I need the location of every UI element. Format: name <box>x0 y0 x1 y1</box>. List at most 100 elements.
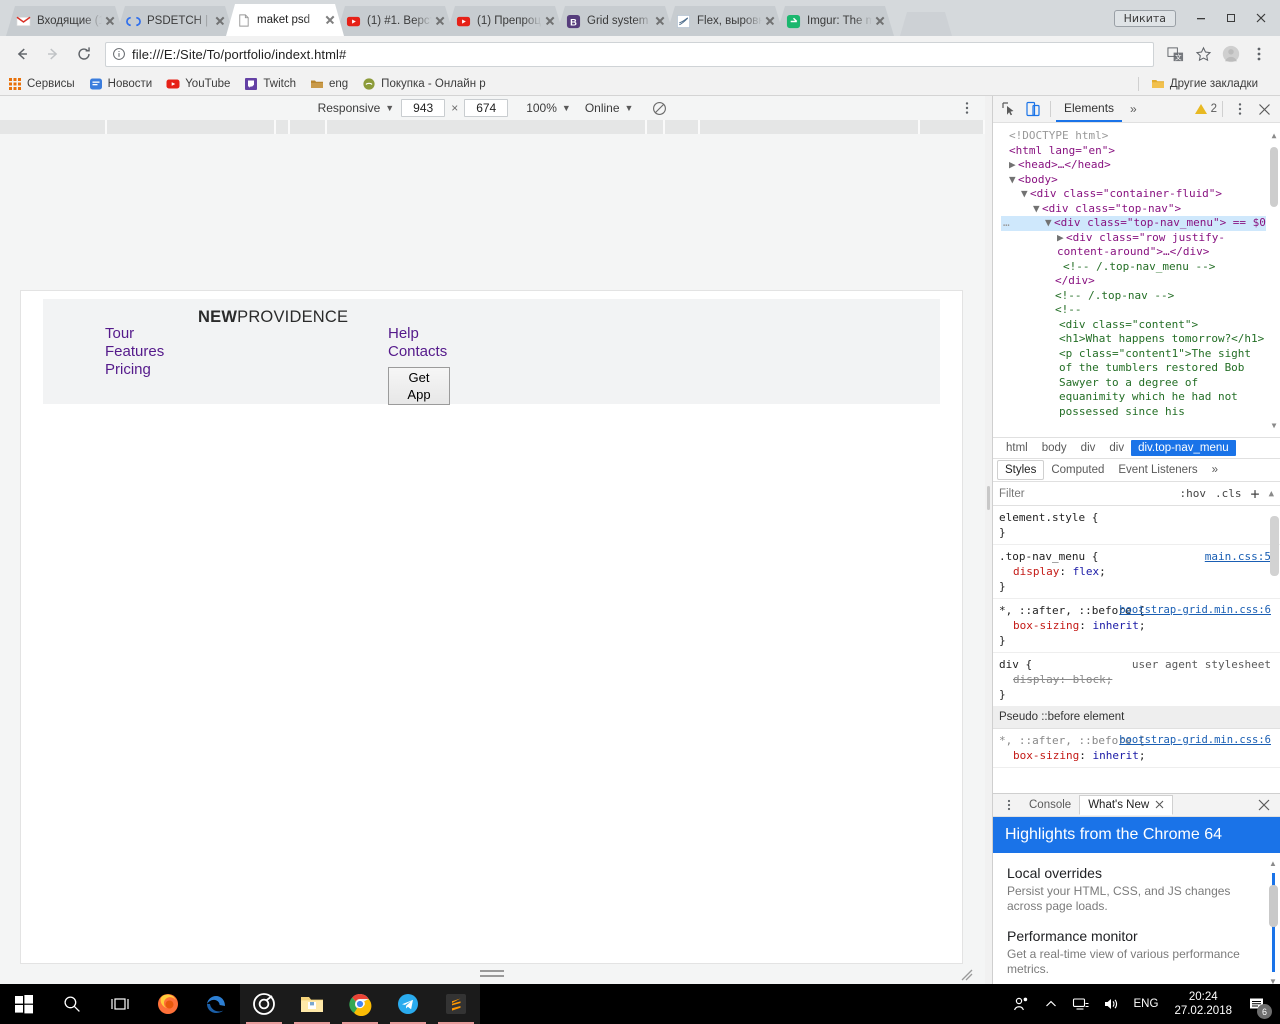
collapse-triangle-icon[interactable]: ▼ <box>1009 173 1018 188</box>
hov-toggle[interactable]: :hov <box>1180 487 1207 500</box>
device-preset-select[interactable]: Responsive ▼ <box>318 101 395 115</box>
profile-avatar[interactable] <box>1218 41 1244 67</box>
viewport-width-input[interactable]: 943 <box>401 99 445 117</box>
drawer-tab-whats-new[interactable]: What's New <box>1079 795 1173 815</box>
rule-source-link[interactable]: bootstrap-grid.min.css:6 <box>1119 603 1271 618</box>
cls-toggle[interactable]: .cls <box>1215 487 1242 500</box>
inspect-element-icon[interactable] <box>997 97 1021 121</box>
device-toolbar-icon[interactable] <box>1021 97 1045 121</box>
nav-link-tour[interactable]: Tour <box>105 325 164 343</box>
close-icon[interactable] <box>322 12 338 28</box>
volume-icon[interactable] <box>1096 984 1126 1024</box>
style-rule[interactable]: .top-nav_menu { main.css:5 display: flex… <box>993 545 1280 599</box>
minimize-button[interactable] <box>1186 5 1216 31</box>
rule-source-link[interactable]: main.css:5 <box>1205 549 1271 564</box>
warning-counter[interactable]: 2 <box>1195 103 1217 115</box>
whats-new-item[interactable]: Performance monitor Get a real-time view… <box>1007 928 1266 977</box>
dom-tree-scrollbar[interactable]: ▲ ▼ <box>1270 129 1278 433</box>
whats-new-scrollbar[interactable]: ▲ ▼ <box>1269 859 1278 986</box>
collapse-triangle-icon[interactable]: ▼ <box>1021 187 1030 202</box>
close-button[interactable] <box>1246 5 1276 31</box>
bookmark-other-folder[interactable]: Другие закладки <box>1138 77 1258 91</box>
whats-new-list[interactable]: Local overrides Persist your HTML, CSS, … <box>993 853 1280 988</box>
styles-rules-list[interactable]: element.style { } .top-nav_menu { main.c… <box>993 506 1280 793</box>
nav-link-pricing[interactable]: Pricing <box>105 361 164 379</box>
dom-line[interactable]: ▼<div class="top-nav"> <box>1001 202 1266 217</box>
nav-link-help[interactable]: Help <box>388 325 450 343</box>
browser-tab[interactable]: Imgur: The m <box>776 6 894 36</box>
three-dot-menu[interactable] <box>997 799 1021 811</box>
breadcrumb-item[interactable]: div <box>1102 440 1131 456</box>
scrollbar-thumb[interactable] <box>1270 147 1278 207</box>
browser-tab-active[interactable]: maket psd <box>226 4 344 36</box>
nav-link-features[interactable]: Features <box>105 343 164 361</box>
firefox-button[interactable] <box>144 984 192 1024</box>
address-bar[interactable]: file:///E:/Site/To/portfolio/indext.html… <box>105 42 1154 67</box>
new-tab-button[interactable] <box>900 12 952 36</box>
close-icon[interactable] <box>762 13 778 29</box>
opera-button[interactable] <box>240 984 288 1024</box>
search-button[interactable] <box>48 984 96 1024</box>
sublime-button[interactable] <box>432 984 480 1024</box>
bookmark-youtube[interactable]: YouTube <box>166 77 230 91</box>
rule-declaration[interactable]: display: flex; <box>999 564 1270 579</box>
bookmark-news[interactable]: Новости <box>89 77 153 91</box>
styles-scrollbar[interactable] <box>1270 506 1279 793</box>
filter-input[interactable]: Filter <box>999 488 1025 500</box>
chrome-button[interactable] <box>336 984 384 1024</box>
add-style-rule-button[interactable]: + <box>1251 485 1260 503</box>
maximize-button[interactable] <box>1216 5 1246 31</box>
task-view-button[interactable] <box>96 984 144 1024</box>
device-ruler[interactable] <box>0 120 985 134</box>
edge-button[interactable] <box>192 984 240 1024</box>
bookmark-shop[interactable]: Покупка - Онлайн р <box>362 77 485 91</box>
collapse-triangle-icon[interactable]: ▼ <box>1033 202 1042 217</box>
browser-tab[interactable]: Flex, выровн <box>666 6 784 36</box>
style-rule[interactable]: element.style { } <box>993 506 1280 545</box>
rule-declaration[interactable]: box-sizing: inherit; <box>999 618 1270 633</box>
dom-line[interactable]: ▶<div class="row justify-content-around"… <box>1001 231 1266 260</box>
breadcrumb-item-selected[interactable]: div.top-nav_menu <box>1131 440 1236 456</box>
start-button[interactable] <box>0 984 48 1024</box>
style-rule[interactable]: *, ::after, ::before { bootstrap-grid.mi… <box>993 599 1280 653</box>
three-dot-menu[interactable] <box>959 100 975 116</box>
three-dot-menu[interactable] <box>1228 97 1252 121</box>
three-dot-menu[interactable] <box>1246 41 1272 67</box>
rule-source-link[interactable]: bootstrap-grid.min.css:6 <box>1119 733 1271 748</box>
tab-computed[interactable]: Computed <box>1044 461 1111 479</box>
browser-tab[interactable]: PSDETCH | PS <box>116 6 234 36</box>
dom-line-selected[interactable]: …▼<div class="top-nav_menu"> == $0 <box>1001 216 1266 231</box>
expand-triangle-icon[interactable]: ▶ <box>1057 231 1066 246</box>
viewport-corner-resize-handle[interactable] <box>960 968 974 982</box>
scroll-down-arrow-icon[interactable]: ▼ <box>1270 421 1278 431</box>
chevron-up-icon[interactable] <box>1036 984 1066 1024</box>
viewport-height-input[interactable]: 674 <box>464 99 508 117</box>
scroll-up-arrow-icon[interactable]: ▲ <box>1270 131 1278 141</box>
scroll-up-arrow-icon[interactable]: ▲ <box>1269 859 1277 868</box>
breadcrumb-item[interactable]: body <box>1035 440 1074 456</box>
bookmark-eng-folder[interactable]: eng <box>310 77 348 91</box>
close-icon[interactable] <box>542 13 558 29</box>
collapse-triangle-icon[interactable]: ▼ <box>1045 216 1054 231</box>
drawer-tab-console[interactable]: Console <box>1021 796 1079 814</box>
scrollbar-thumb[interactable] <box>1269 885 1278 927</box>
get-app-button[interactable]: Get App <box>388 367 450 405</box>
breadcrumb-item[interactable]: html <box>999 440 1035 456</box>
browser-tab[interactable]: B Grid system <box>556 6 674 36</box>
rule-declaration[interactable]: box-sizing: inherit; <box>999 748 1270 763</box>
chevron-double-right-icon[interactable]: » <box>1122 98 1145 121</box>
profile-name-button[interactable]: Никита <box>1114 10 1176 27</box>
telegram-button[interactable] <box>384 984 432 1024</box>
close-drawer-icon[interactable] <box>1252 799 1276 811</box>
devtools-resize-divider[interactable] <box>985 96 992 988</box>
dom-tree[interactable]: <!DOCTYPE html> <html lang="en"> ▶<head>… <box>993 123 1280 437</box>
expand-triangle-icon[interactable]: ▶ <box>1009 158 1018 173</box>
reload-icon[interactable] <box>70 40 98 68</box>
no-throttling-icon[interactable] <box>652 101 667 116</box>
dom-line[interactable]: ▶<head>…</head> <box>1001 158 1266 173</box>
close-icon[interactable] <box>432 13 448 29</box>
tab-styles[interactable]: Styles <box>997 460 1044 480</box>
close-icon[interactable] <box>652 13 668 29</box>
explorer-button[interactable] <box>288 984 336 1024</box>
close-icon[interactable] <box>1155 800 1164 809</box>
